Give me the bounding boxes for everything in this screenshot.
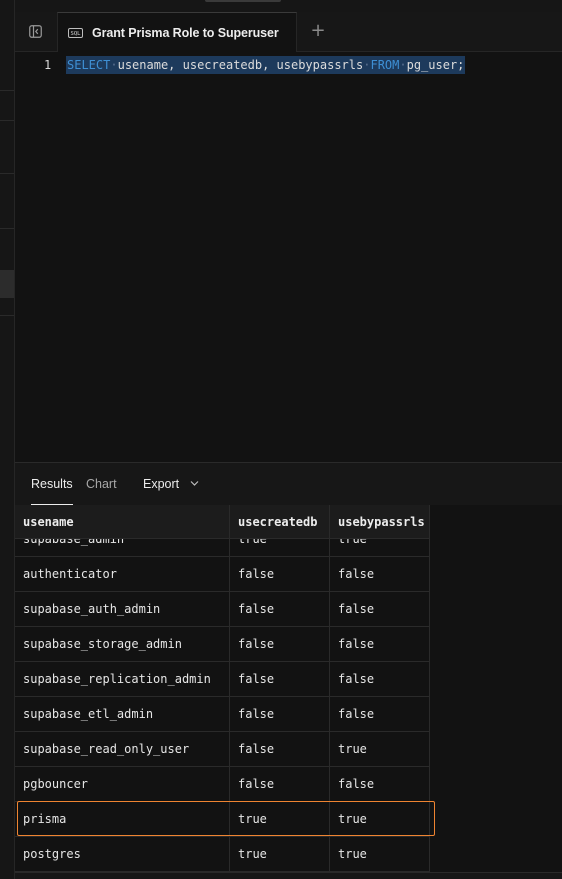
cell-usebypassrls: false — [330, 697, 430, 731]
sidebar-divider — [0, 228, 14, 229]
results-toolbar: Results Chart Export — [15, 462, 562, 506]
cell-usename: supabase_storage_admin — [15, 627, 230, 661]
plus-icon: + — [310, 20, 326, 41]
top-notch — [205, 0, 281, 2]
tab-chart[interactable]: Chart — [86, 463, 117, 505]
query-columns: usename, usecreatedb, usebypassrls — [117, 58, 364, 72]
chevron-down-icon — [190, 481, 199, 486]
query-table: pg_user; — [406, 58, 465, 72]
table-row[interactable]: pgbouncer false false — [15, 767, 430, 802]
left-sidebar-rail — [0, 0, 15, 879]
cell-usecreatedb: false — [230, 662, 330, 696]
keyword-from: FROM — [370, 58, 400, 72]
sql-file-icon: SQL — [68, 27, 83, 38]
cell-usebypassrls: true — [330, 802, 430, 836]
table-row[interactable]: postgres true true — [15, 837, 430, 872]
sidebar-divider — [0, 173, 14, 174]
cell-usename: pgbouncer — [15, 767, 230, 801]
cell-usebypassrls: false — [330, 767, 430, 801]
column-header-usebypassrls[interactable]: usebypassrls — [330, 505, 430, 539]
new-tab-button[interactable]: + — [307, 12, 329, 51]
column-header-usename[interactable]: usename — [15, 505, 230, 539]
cell-usename: supabase_auth_admin — [15, 592, 230, 626]
table-row[interactable]: supabase_etl_admin false false — [15, 697, 430, 732]
sidebar-active-item[interactable] — [0, 270, 14, 298]
cell-usecreatedb: false — [230, 627, 330, 661]
cell-usebypassrls: true — [330, 732, 430, 766]
table-row[interactable]: supabase_read_only_user false true — [15, 732, 430, 767]
cell-usecreatedb: false — [230, 592, 330, 626]
table-row-highlighted[interactable]: prisma true true — [15, 802, 430, 837]
keyword-select: SELECT — [67, 58, 111, 72]
cell-usename: authenticator — [15, 557, 230, 591]
cell-usebypassrls: false — [330, 557, 430, 591]
toggle-sidebar-button[interactable] — [15, 12, 55, 51]
cell-usename: postgres — [15, 837, 230, 871]
table-row[interactable]: authenticator false false — [15, 557, 430, 592]
code-line-selected[interactable]: SELECT·usename, usecreatedb, usebypassrl… — [66, 56, 466, 74]
cell-usebypassrls: false — [330, 627, 430, 661]
cell-usename: supabase_read_only_user — [15, 732, 230, 766]
sidebar-divider — [0, 90, 14, 91]
table-row[interactable]: supabase_replication_admin false false — [15, 662, 430, 697]
cell-usename: supabase_etl_admin — [15, 697, 230, 731]
grid-footer — [15, 872, 562, 879]
cell-usecreatedb: true — [230, 837, 330, 871]
grid-header: usename usecreatedb usebypassrls — [15, 505, 430, 539]
cell-usecreatedb: false — [230, 557, 330, 591]
table-row[interactable]: supabase_storage_admin false false — [15, 627, 430, 662]
tab-grant-prisma-role[interactable]: SQL Grant Prisma Role to Superuser — [57, 12, 297, 52]
editor-tab-bar: SQL Grant Prisma Role to Superuser + — [15, 12, 562, 52]
cell-usename: supabase_replication_admin — [15, 662, 230, 696]
panel-left-icon — [28, 25, 42, 38]
cell-usecreatedb: false — [230, 697, 330, 731]
export-button[interactable]: Export — [143, 463, 179, 505]
table-row[interactable]: supabase_auth_admin false false — [15, 592, 430, 627]
line-number: 1 — [44, 58, 52, 72]
cell-usecreatedb: false — [230, 767, 330, 801]
cell-usecreatedb: false — [230, 732, 330, 766]
cell-usebypassrls: false — [330, 592, 430, 626]
results-grid[interactable]: usename usecreatedb usebypassrls supabas… — [15, 505, 430, 879]
cell-usebypassrls: false — [330, 662, 430, 696]
results-empty-area — [430, 505, 562, 879]
sidebar-divider — [0, 120, 14, 121]
cell-usebypassrls: true — [330, 837, 430, 871]
column-header-usecreatedb[interactable]: usecreatedb — [230, 505, 330, 539]
tab-results[interactable]: Results — [31, 463, 73, 506]
tab-title: Grant Prisma Role to Superuser — [92, 25, 279, 40]
cell-usecreatedb: true — [230, 802, 330, 836]
sql-editor[interactable]: 1 SELECT·usename, usecreatedb, usebypass… — [15, 52, 562, 462]
sidebar-divider — [0, 315, 14, 316]
cell-usename: prisma — [15, 802, 230, 836]
